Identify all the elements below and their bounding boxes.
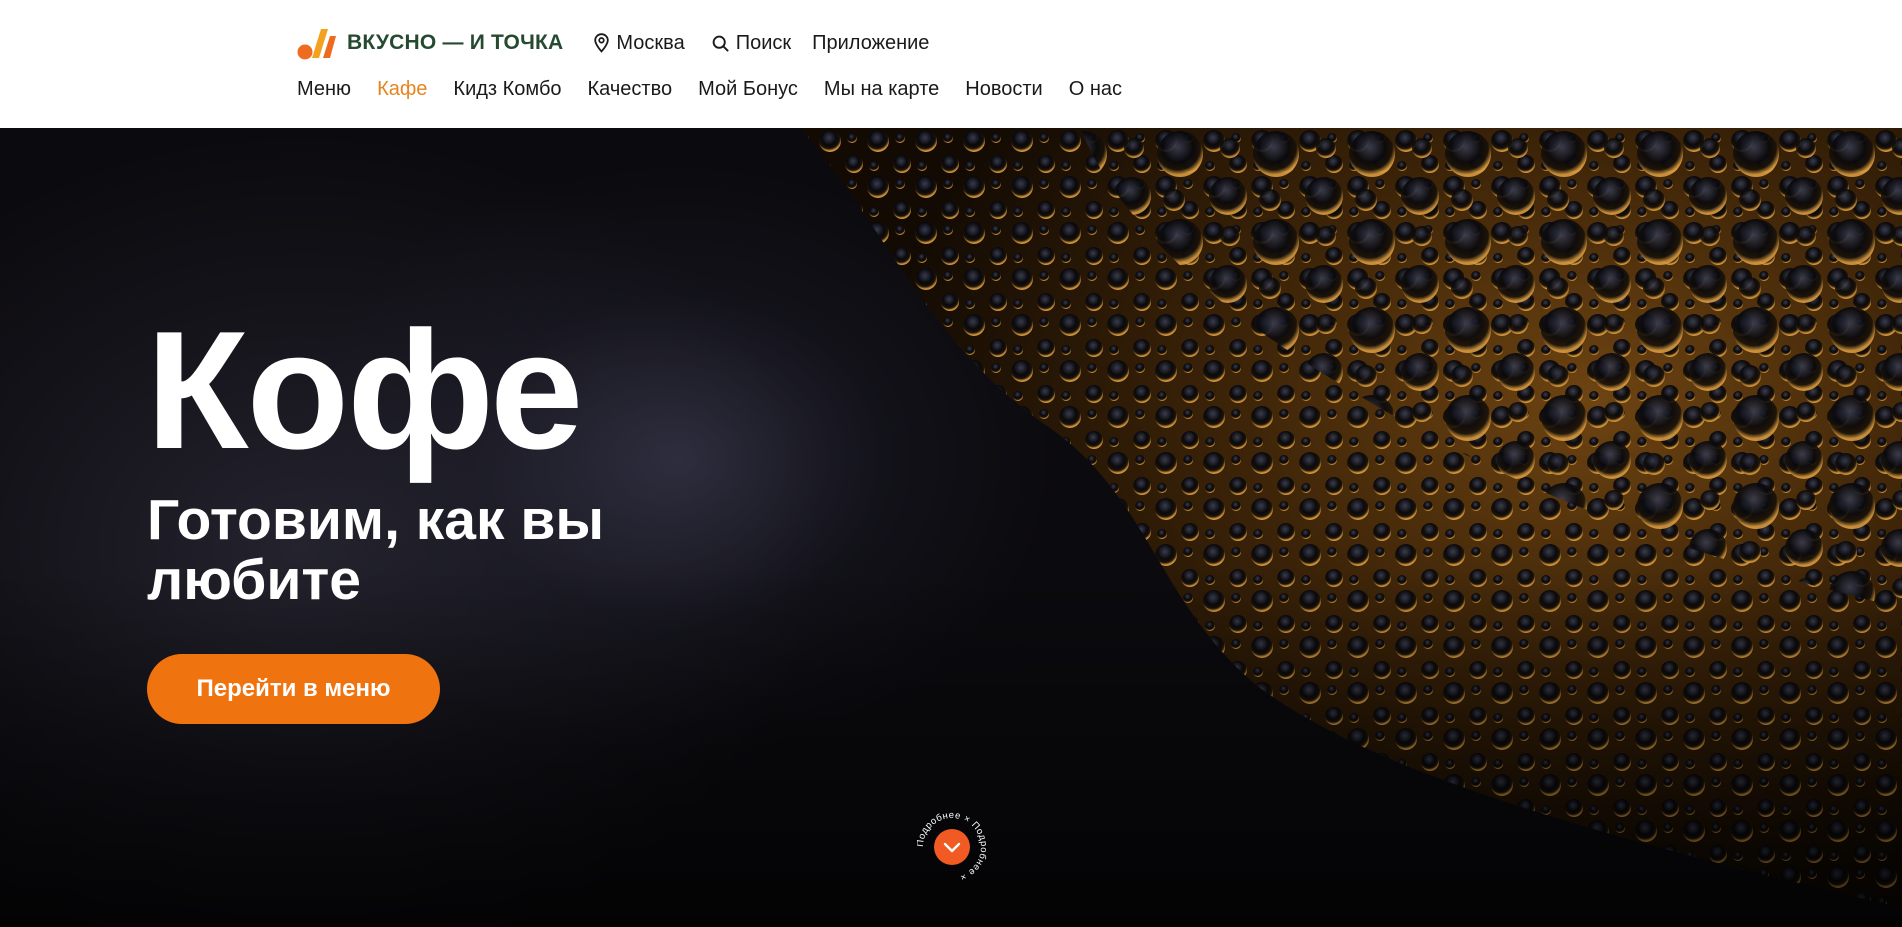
location-selector[interactable]: Москва (594, 31, 685, 55)
hero-title: Кофе (146, 296, 583, 484)
scroll-more-button[interactable]: Подробнее × Подробнее × (915, 810, 989, 883)
nav-item-my-bonus[interactable]: Мой Бонус (698, 78, 798, 101)
app-link[interactable]: Приложение (812, 32, 929, 55)
location-label: Москва (616, 31, 685, 54)
main-nav: Меню Кафе Кидз Комбо Качество Мой Бонус … (297, 74, 1148, 104)
scroll-more-badge: Подробнее × Подробнее × (915, 810, 989, 883)
search-icon (712, 35, 729, 52)
nav-item-quality[interactable]: Качество (588, 78, 673, 101)
location-pin-icon (594, 33, 610, 53)
search-button[interactable]: Поиск (712, 32, 791, 55)
brand-name: ВКУСНО — И ТОЧКА (347, 31, 564, 54)
header-top-row: ВКУСНО — И ТОЧКА Москва Поиск Приложение (297, 24, 929, 62)
logo-mark-icon (297, 29, 336, 60)
nav-item-map[interactable]: Мы на карте (824, 78, 939, 101)
hero-subtitle: Готовим, как вы любите (147, 488, 605, 612)
nav-item-menu[interactable]: Меню (297, 78, 351, 101)
app-label: Приложение (812, 31, 930, 54)
go-to-menu-button[interactable]: Перейти в меню (147, 654, 440, 724)
nav-item-about[interactable]: О нас (1069, 78, 1122, 101)
site-header: ВКУСНО — И ТОЧКА Москва Поиск Приложение… (0, 0, 1902, 128)
nav-item-kids-combo[interactable]: Кидз Комбо (453, 78, 561, 101)
hero-banner: Кофе Готовим, как вы любите Перейти в ме… (0, 128, 1902, 927)
nav-item-cafe[interactable]: Кафе (377, 78, 427, 101)
search-label: Поиск (735, 31, 792, 54)
brand-logo[interactable]: ВКУСНО — И ТОЧКА (297, 25, 563, 61)
nav-item-news[interactable]: Новости (965, 78, 1042, 101)
